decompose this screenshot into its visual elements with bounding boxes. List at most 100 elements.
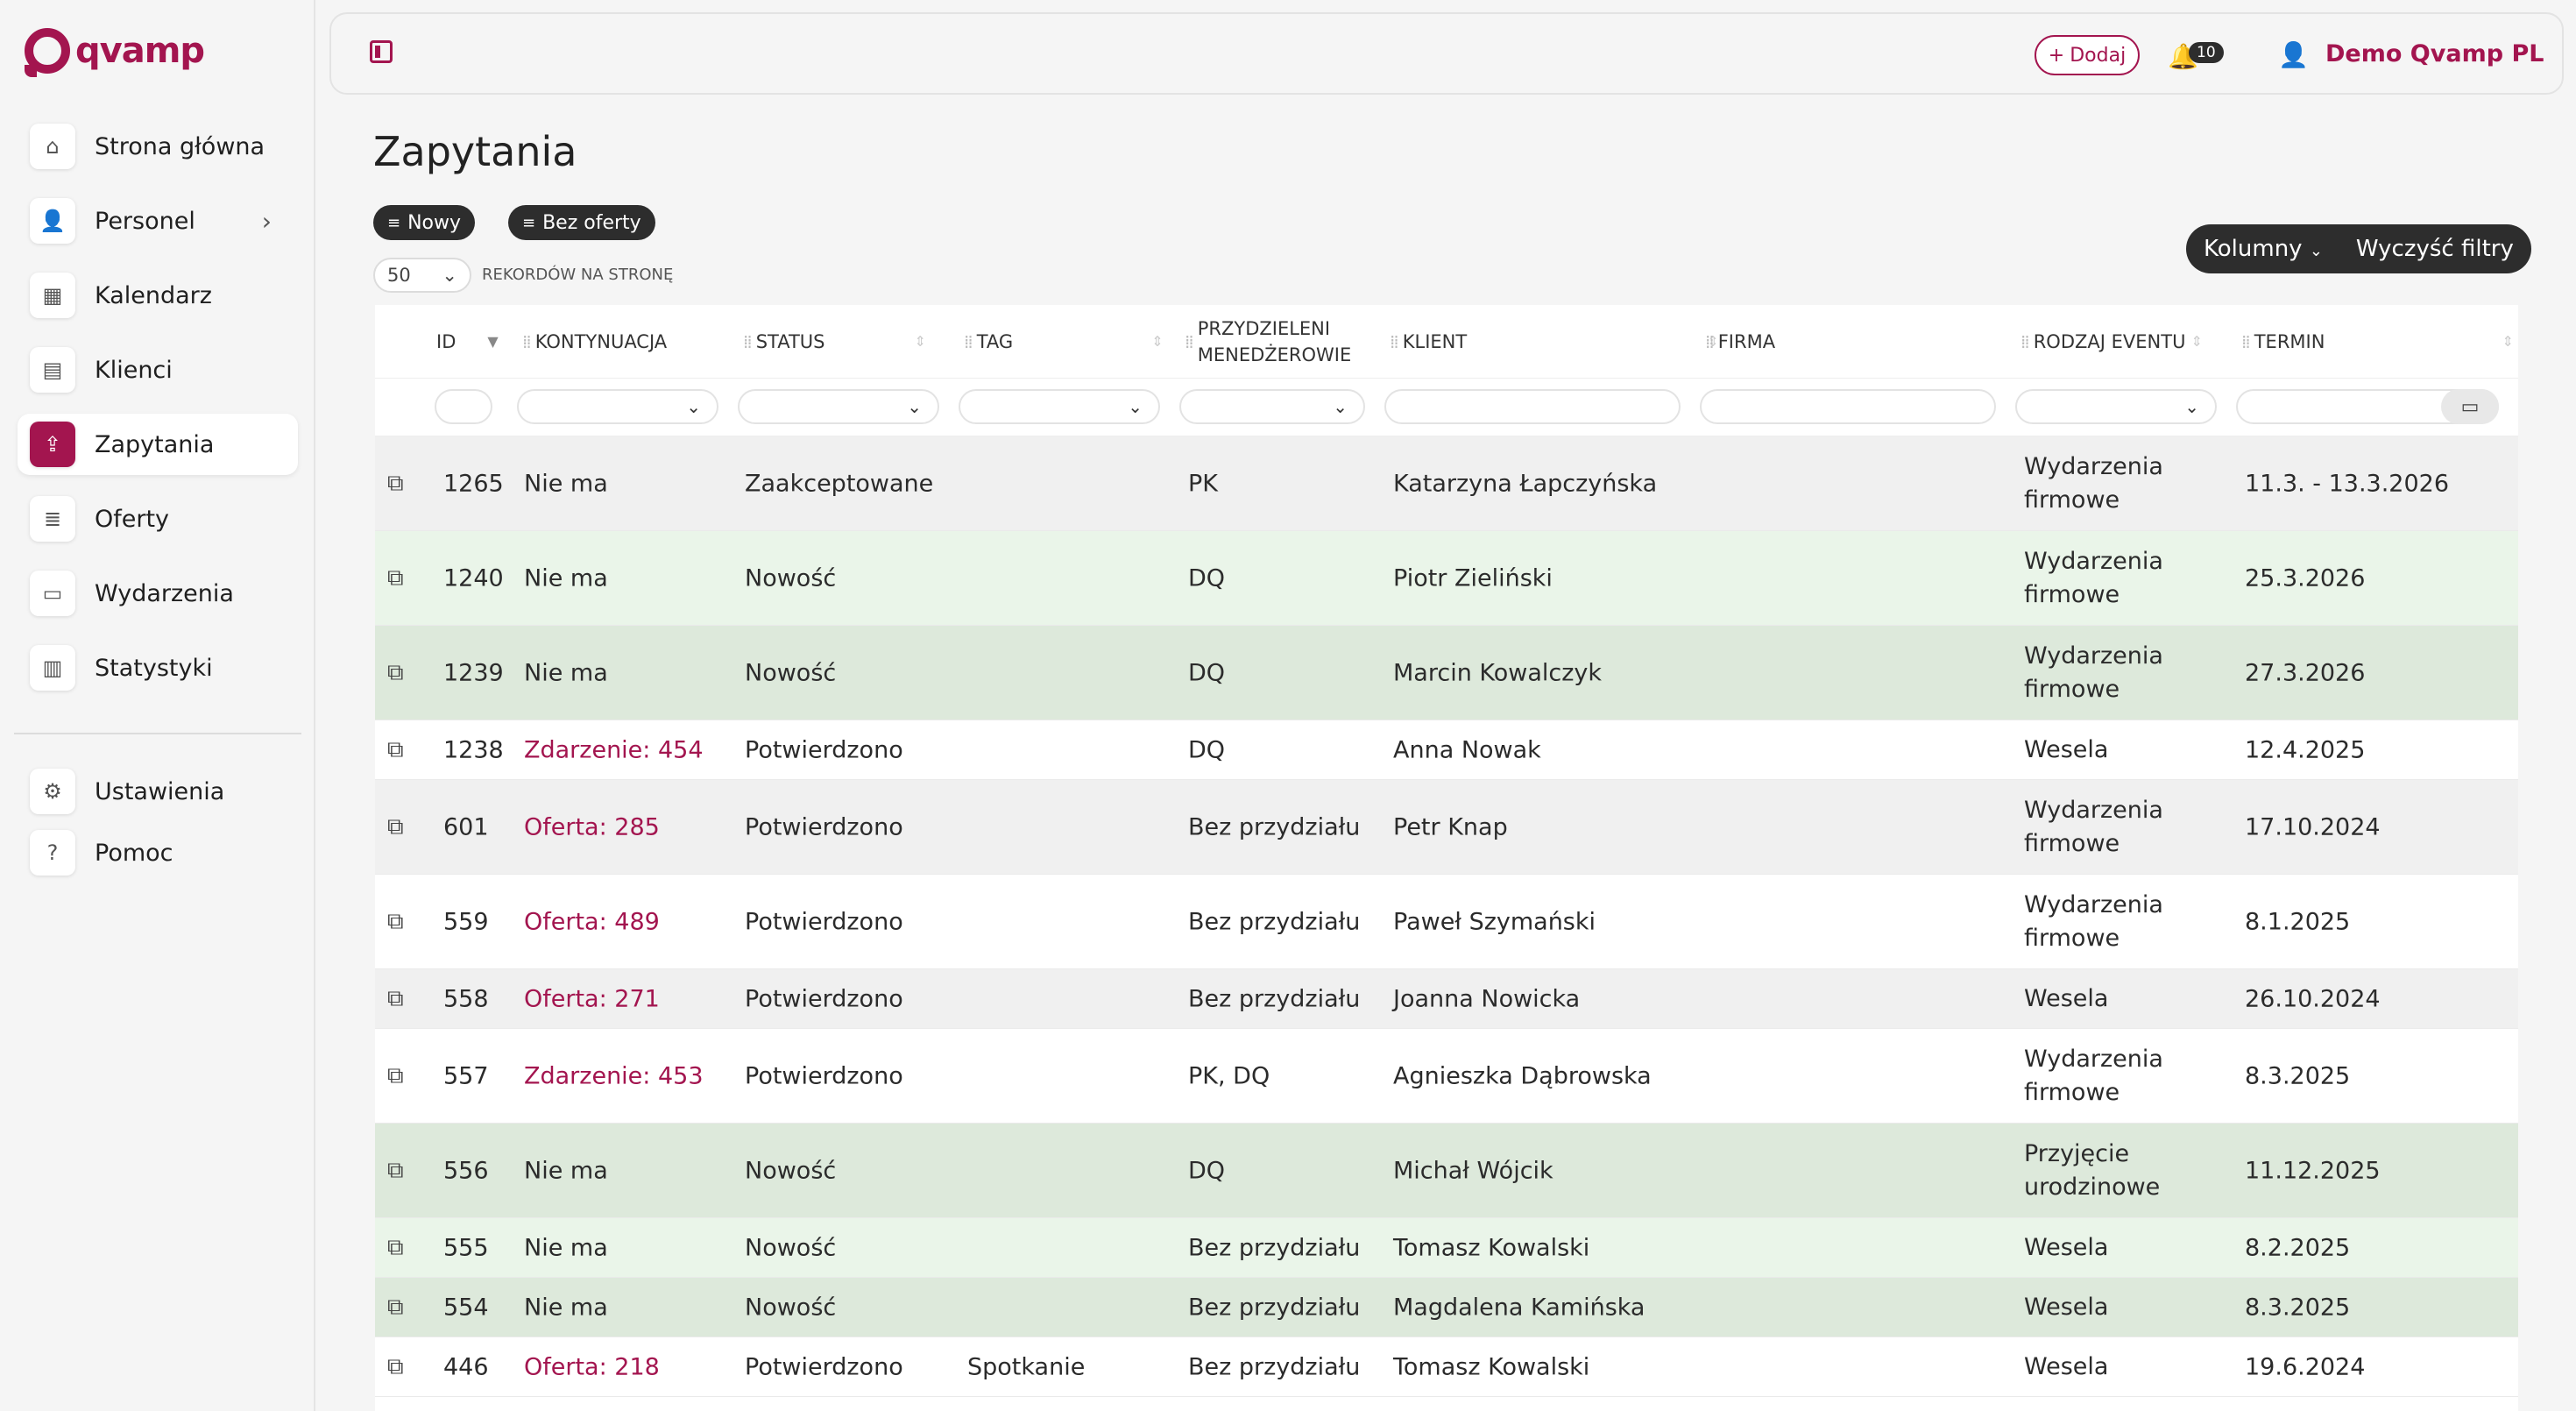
- open-external-icon[interactable]: ⧉: [387, 1234, 404, 1261]
- open-external-icon[interactable]: ⧉: [387, 1062, 404, 1089]
- column-header-kontynuacja[interactable]: ⁞⁞ KONTYNUACJA: [522, 331, 667, 352]
- drag-handle-icon[interactable]: ⁞⁞: [522, 331, 532, 352]
- filter-event-select[interactable]: ⌄: [2015, 389, 2217, 424]
- drag-handle-icon[interactable]: ⁞⁞: [2241, 331, 2251, 352]
- table-row[interactable]: ⧉ 446 Oferta: 218 Potwierdzono Spotkanie Bez …: [375, 1337, 2518, 1397]
- drag-handle-icon[interactable]: ⁞⁞: [964, 331, 973, 352]
- sidebar-item-pomoc[interactable]: ? Pomoc: [18, 822, 298, 883]
- brand-logo[interactable]: qvamp: [25, 26, 205, 77]
- table-row[interactable]: ⧉ 555 Nie ma Nowość Bez przydziału Tomasz Kow…: [375, 1218, 2518, 1278]
- open-external-icon[interactable]: ⧉: [387, 736, 404, 763]
- calendar-icon[interactable]: ▭: [2441, 389, 2499, 424]
- table-row[interactable]: ⧉ 1265 Nie ma Zaakceptowane PK Katarzyna Łapc…: [375, 436, 2518, 531]
- event-icon: ▭: [30, 571, 75, 616]
- cell-kontynuacja: Nie ma: [524, 470, 608, 497]
- cell-id: 1240: [443, 564, 504, 592]
- cell-kontynuacja: Nie ma: [524, 659, 608, 686]
- cell-managers: DQ: [1188, 736, 1226, 763]
- sidebar-item-wydarzenia[interactable]: ▭ Wydarzenia: [18, 563, 298, 624]
- sidebar-item-personel[interactable]: 👤 Personel ›: [18, 190, 298, 252]
- table-row[interactable]: ⧉ 554 Nie ma Nowość Bez przydziału Magdalena …: [375, 1278, 2518, 1337]
- column-header-rodzaj-eventu[interactable]: ⁞⁞ RODZAJ EVENTU ⇕: [2020, 331, 2203, 352]
- cell-kontynuacja[interactable]: Oferta: 271: [524, 985, 660, 1012]
- cell-termin: 8.3.2025: [2245, 1294, 2351, 1321]
- table-row[interactable]: ⧉ 1238 Zdarzenie: 454 Potwierdzono DQ Anna No…: [375, 720, 2518, 780]
- filter-kontynuacja-select[interactable]: ⌄: [517, 389, 718, 424]
- filter-status-select[interactable]: ⌄: [738, 389, 939, 424]
- cell-client: Agnieszka Dąbrowska: [1393, 1062, 1652, 1089]
- cell-kontynuacja[interactable]: Zdarzenie: 453: [524, 1062, 704, 1089]
- filter-managers-select[interactable]: ⌄: [1179, 389, 1365, 424]
- drag-handle-icon[interactable]: ⁞⁞: [2020, 331, 2030, 352]
- table-row[interactable]: ⧉ 559 Oferta: 489 Potwierdzono Bez przydział…: [375, 875, 2518, 969]
- table-row[interactable]: ⧉ 601 Oferta: 285 Potwierdzono Bez przydział…: [375, 780, 2518, 875]
- sidebar-item-oferty[interactable]: ≣ Oferty: [18, 488, 298, 550]
- cell-kontynuacja[interactable]: Zdarzenie: 454: [524, 736, 704, 763]
- sidebar-item-statystyki[interactable]: ▥ Statystyki: [18, 637, 298, 698]
- clear-filters-button[interactable]: Wyczyść filtry: [2356, 236, 2514, 262]
- sidebar-item-klienci[interactable]: ▤ Klienci: [18, 339, 298, 401]
- filter-chip-bez-oferty[interactable]: ≡ Bez oferty: [508, 205, 655, 240]
- cell-kontynuacja[interactable]: Oferta: 489: [524, 908, 660, 935]
- filter-id-input[interactable]: [435, 389, 492, 424]
- table-row[interactable]: ⧉ 557 Zdarzenie: 453 Potwierdzono PK, DQ Agni…: [375, 1029, 2518, 1124]
- sidebar-toggle-icon[interactable]: [370, 40, 393, 63]
- user-menu[interactable]: Demo Qvamp PL: [2325, 40, 2544, 67]
- filter-firma-input[interactable]: [1700, 389, 1996, 424]
- drag-handle-icon[interactable]: ⁞⁞: [1185, 331, 1194, 352]
- filter-chip-nowy[interactable]: ≡ Nowy: [373, 205, 476, 240]
- sidebar-item-zapytania[interactable]: ⇪ Zapytania: [18, 414, 298, 475]
- drag-handle-icon[interactable]: ⁞⁞: [743, 331, 753, 352]
- filter-tag-select[interactable]: ⌄: [959, 389, 1160, 424]
- person-icon: 👤: [30, 198, 75, 244]
- open-external-icon[interactable]: ⧉: [387, 659, 404, 686]
- cell-termin: 27.3.2026: [2245, 659, 2366, 686]
- columns-button[interactable]: Kolumny ⌄: [2204, 236, 2323, 262]
- sidebar-item-label: Pomoc: [95, 839, 173, 867]
- cell-client: Tomasz Kowalski: [1393, 1234, 1590, 1261]
- filter-klient-input[interactable]: [1384, 389, 1681, 424]
- filter-chip-label: Bez oferty: [542, 211, 641, 234]
- cell-kontynuacja[interactable]: Oferta: 218: [524, 1353, 660, 1380]
- filter-termin-input[interactable]: ▭: [2236, 389, 2499, 424]
- stats-icon: ▥: [30, 645, 75, 691]
- cell-id: 557: [443, 1062, 489, 1089]
- sidebar-item-label: Strona główna: [95, 132, 265, 160]
- column-header-managers[interactable]: ⁞⁞ PRZYDZIELENI MENEDŻEROWIE: [1185, 316, 1360, 368]
- chevron-down-icon: ⌄: [1333, 396, 1348, 417]
- cell-termin: 8.3.2025: [2245, 1062, 2351, 1089]
- open-external-icon[interactable]: ⧉: [387, 985, 404, 1012]
- sidebar-item-home[interactable]: ⌂ Strona główna: [18, 116, 298, 177]
- table-row[interactable]: ⧉ 556 Nie ma Nowość DQ Michał Wójcik Przyjęcie…: [375, 1124, 2518, 1218]
- sidebar-item-ustawienia[interactable]: ⚙ Ustawienia: [18, 761, 298, 822]
- column-header-firma[interactable]: ⁞⁞ FIRMA: [1705, 331, 1775, 352]
- table-row[interactable]: ⧉ 1239 Nie ma Nowość DQ Marcin Kowalczyk Wydar…: [375, 626, 2518, 720]
- filter-icon: ≡: [522, 213, 536, 232]
- table-row[interactable]: ⧉ 558 Oferta: 271 Potwierdzono Bez przydział…: [375, 969, 2518, 1029]
- open-external-icon[interactable]: ⧉: [387, 1157, 404, 1184]
- cell-managers: PK, DQ: [1188, 1062, 1270, 1089]
- drag-handle-icon[interactable]: ⁞⁞: [1390, 331, 1399, 352]
- open-external-icon[interactable]: ⧉: [387, 813, 404, 840]
- column-header-tag[interactable]: ⁞⁞ TAG ⇕: [964, 331, 1164, 352]
- column-header-termin[interactable]: ⁞⁞ TERMIN ⇕: [2241, 331, 2514, 352]
- open-external-icon[interactable]: ⧉: [387, 908, 404, 935]
- drag-handle-icon[interactable]: ⁞⁞: [1705, 331, 1715, 352]
- sidebar-item-kalendarz[interactable]: ▦ Kalendarz: [18, 265, 298, 326]
- column-header-klient[interactable]: ⁞⁞ KLIENT ⇕: [1390, 331, 1719, 352]
- add-button[interactable]: + Dodaj: [2035, 35, 2140, 75]
- table-row[interactable]: ⧉ 1240 Nie ma Nowość DQ Piotr Zieliński Wydarz…: [375, 531, 2518, 626]
- cell-id: 1239: [443, 659, 504, 686]
- column-header-id[interactable]: ID ▼: [436, 331, 499, 352]
- open-external-icon[interactable]: ⧉: [387, 1353, 404, 1380]
- id-card-icon: ▤: [30, 347, 75, 393]
- per-page-select[interactable]: 50 ⌄: [373, 258, 471, 293]
- cell-termin: 8.1.2025: [2245, 908, 2351, 935]
- open-external-icon[interactable]: ⧉: [387, 470, 404, 497]
- column-header-label: FIRMA: [1717, 330, 1776, 352]
- column-header-status[interactable]: ⁞⁞ STATUS ⇕: [743, 331, 926, 352]
- cell-kontynuacja[interactable]: Oferta: 285: [524, 813, 660, 840]
- cell-client: Michał Wójcik: [1393, 1157, 1553, 1184]
- open-external-icon[interactable]: ⧉: [387, 564, 404, 592]
- open-external-icon[interactable]: ⧉: [387, 1294, 404, 1321]
